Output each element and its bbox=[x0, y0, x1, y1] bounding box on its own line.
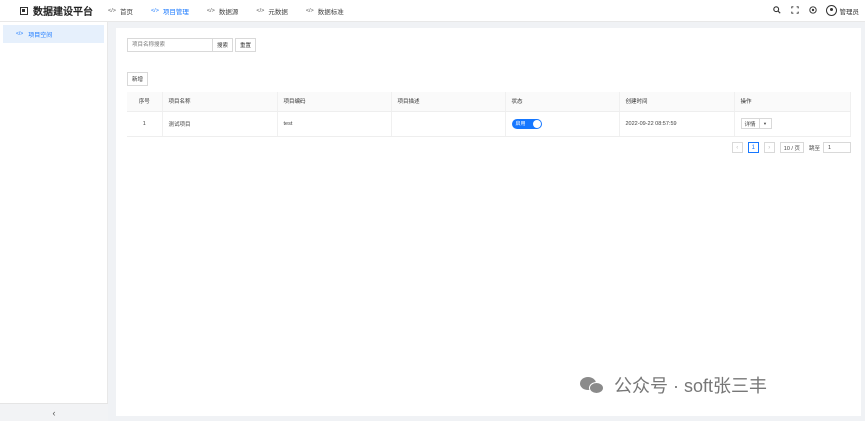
cell-desc bbox=[391, 111, 506, 137]
grid-logo-icon bbox=[20, 6, 28, 15]
column-header-name: 项目名称 bbox=[162, 92, 278, 112]
watermark: 公众号 · soft张三丰 bbox=[580, 372, 767, 398]
code-icon: </> bbox=[16, 31, 24, 37]
user-menu[interactable]: 管理员 bbox=[825, 5, 860, 16]
nav-item-project-management[interactable]: </> 项目管理 bbox=[151, 0, 189, 22]
prev-page-button[interactable]: ‹ bbox=[731, 142, 743, 153]
status-toggle[interactable]: 启用 bbox=[511, 118, 542, 129]
table-row: 1 测试项目 test 启用 2022-09-22 08:57:59 详情 ▼ bbox=[127, 111, 851, 137]
sidebar-collapse-button[interactable]: ‹ bbox=[0, 403, 108, 421]
column-header-index: 序号 bbox=[127, 92, 163, 112]
page-size-select[interactable]: 10 / 页 bbox=[779, 142, 804, 153]
top-nav: </> 首页 </> 项目管理 </> 数据源 </> 元数据 </> 数据标准 bbox=[108, 0, 362, 22]
nav-item-label: 数据标准 bbox=[317, 8, 344, 16]
code-icon: </> bbox=[206, 7, 215, 14]
cell-action: 详情 ▼ bbox=[734, 111, 851, 137]
cell-code: test bbox=[277, 111, 392, 137]
wechat-icon bbox=[580, 376, 606, 394]
code-icon: </> bbox=[108, 7, 116, 14]
next-page-button[interactable]: › bbox=[763, 142, 775, 153]
jump-page-input[interactable]: 1 bbox=[823, 142, 851, 153]
nav-item-home[interactable]: </> 首页 bbox=[108, 0, 133, 22]
project-name-search-input[interactable] bbox=[127, 38, 213, 52]
column-header-code: 项目编码 bbox=[277, 92, 392, 112]
sidebar: </> 项目空间 ‹ bbox=[0, 22, 108, 421]
action-split-button: 详情 ▼ bbox=[740, 118, 772, 129]
cell-name: 测试项目 bbox=[162, 111, 278, 137]
code-icon: </> bbox=[305, 7, 314, 14]
table-header-row: 序号 项目名称 项目编码 项目描述 状态 创建时间 操作 bbox=[127, 92, 851, 112]
search-bar: 搜索 重置 bbox=[127, 38, 257, 52]
nav-item-label: 元数据 bbox=[268, 8, 288, 16]
nav-item-metadata[interactable]: </> 元数据 bbox=[256, 0, 287, 22]
help-icon[interactable] bbox=[804, 5, 822, 16]
search-icon[interactable] bbox=[768, 5, 786, 16]
column-header-desc: 项目描述 bbox=[391, 92, 506, 112]
app-logo[interactable]: 数据建设平台 bbox=[0, 3, 108, 18]
page-number[interactable]: 1 bbox=[747, 142, 759, 153]
sidebar-item-label: 项目空间 bbox=[28, 32, 53, 39]
nav-item-label: 项目管理 bbox=[162, 8, 189, 16]
nav-item-data-standard[interactable]: </> 数据标准 bbox=[306, 0, 344, 22]
column-header-status: 状态 bbox=[505, 92, 620, 112]
project-table: 序号 项目名称 项目编码 项目描述 状态 创建时间 操作 1 测试项目 test… bbox=[127, 92, 851, 137]
toggle-knob bbox=[532, 119, 541, 128]
column-header-action: 操作 bbox=[734, 92, 851, 112]
nav-item-label: 首页 bbox=[119, 8, 133, 16]
detail-button[interactable]: 详情 bbox=[740, 118, 760, 129]
nav-item-label: 数据源 bbox=[218, 8, 239, 16]
code-icon: </> bbox=[150, 7, 159, 14]
fullscreen-icon[interactable] bbox=[786, 5, 804, 16]
cell-status: 启用 bbox=[505, 111, 620, 137]
sidebar-item-project-space[interactable]: </> 项目空间 bbox=[3, 25, 104, 43]
header-actions: 管理员 bbox=[768, 5, 865, 16]
watermark-text: 公众号 · soft张三丰 bbox=[614, 376, 768, 396]
cell-index: 1 bbox=[127, 111, 163, 137]
jump-label: 跳至 bbox=[808, 145, 820, 152]
status-toggle-label: 启用 bbox=[515, 121, 526, 127]
app-title: 数据建设平台 bbox=[33, 7, 93, 18]
search-button[interactable]: 搜索 bbox=[213, 38, 234, 52]
avatar-icon bbox=[825, 5, 837, 16]
nav-item-datasource[interactable]: </> 数据源 bbox=[207, 0, 238, 22]
user-name: 管理员 bbox=[839, 8, 860, 16]
add-button[interactable]: 新增 bbox=[127, 72, 149, 86]
pagination: ‹ 1 › 10 / 页 跳至 1 bbox=[727, 142, 851, 153]
cell-created: 2022-09-22 08:57:59 bbox=[619, 111, 735, 137]
top-bar: 数据建设平台 </> 首页 </> 项目管理 </> 数据源 </> 元数据 <… bbox=[0, 0, 865, 22]
reset-button[interactable]: 重置 bbox=[235, 38, 257, 52]
chevron-left-icon: ‹ bbox=[52, 407, 56, 418]
main-content: 搜索 重置 新增 序号 项目名称 项目编码 项目描述 状态 创建时间 操作 1 … bbox=[116, 28, 861, 416]
code-icon: </> bbox=[256, 7, 265, 14]
chevron-down-icon[interactable]: ▼ bbox=[759, 118, 772, 129]
column-header-created: 创建时间 bbox=[619, 92, 735, 112]
